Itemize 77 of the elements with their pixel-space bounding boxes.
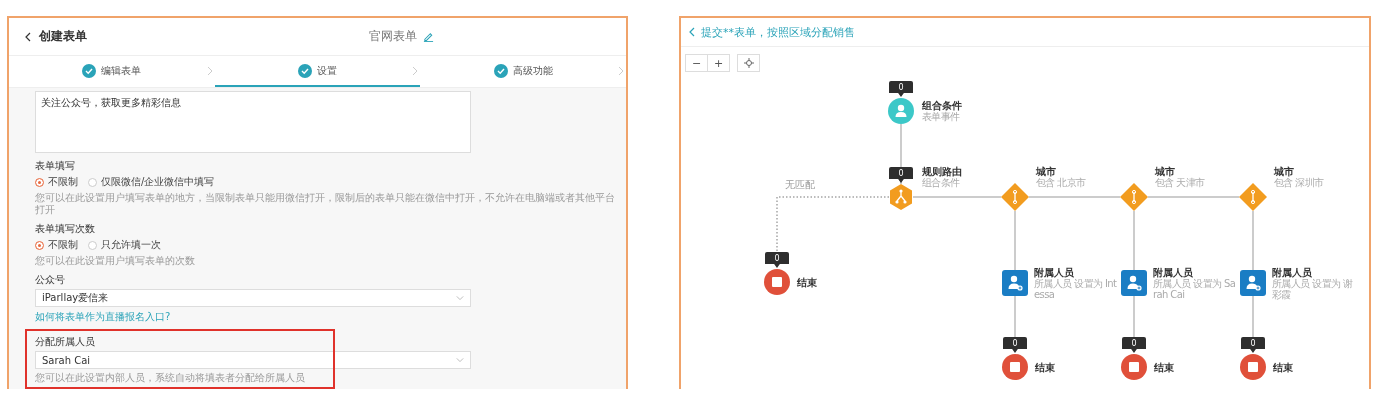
node-subtitle: 所属人员 设置为 Intessa [1034, 277, 1118, 300]
node-title: 规则路由 [922, 166, 962, 177]
back-icon[interactable] [23, 31, 33, 42]
branch-label: 无匹配 [785, 178, 815, 192]
node-subtitle: 包含 深圳市 [1274, 177, 1324, 188]
pencil-icon[interactable] [423, 31, 434, 42]
node-title: 结束 [1273, 361, 1293, 373]
node-title: 附属人员 [1272, 266, 1312, 278]
node-subtitle: 包含 北京市 [1036, 177, 1086, 188]
node-title: 组合条件 [922, 100, 962, 111]
condition-node[interactable] [1239, 183, 1267, 211]
node-subtitle: 所属人员 设置为 Sarah Cai [1153, 277, 1237, 300]
count-badge: 0 [889, 167, 913, 183]
locate-button[interactable] [737, 54, 760, 72]
radio-option[interactable]: 不限制 [35, 238, 78, 252]
dropdown-icon [456, 294, 464, 302]
connector-line [1252, 295, 1254, 340]
condition-node[interactable] [1001, 183, 1029, 211]
connector-line [1133, 295, 1135, 340]
node-title: 附属人员 [1034, 266, 1074, 278]
router-node[interactable] [887, 183, 915, 211]
select-field[interactable]: Sarah Cai [35, 351, 471, 369]
connector-line [1252, 210, 1254, 271]
radio-option[interactable]: 不限制 [35, 175, 78, 189]
assign-node[interactable] [1239, 269, 1267, 297]
node-title: 城市 [1155, 166, 1176, 177]
step-tab[interactable]: 高级功能 [420, 56, 626, 87]
count-badge: 0 [1122, 337, 1146, 353]
select-field[interactable]: iParllay爱信来 [35, 289, 471, 307]
message-box[interactable]: 关注公众号，获取更多精彩信息 [35, 91, 471, 153]
form-name: 官网表单 [369, 28, 417, 45]
count-badge: 0 [765, 252, 789, 268]
end-node[interactable] [1239, 353, 1267, 381]
step-tab[interactable]: 编辑表单 [9, 56, 215, 87]
node-title: 结束 [1154, 361, 1174, 373]
count-badge: 0 [1241, 337, 1265, 353]
assign-node[interactable] [1120, 269, 1148, 297]
step-tab[interactable]: 设置 [214, 56, 421, 87]
dropdown-icon [456, 356, 464, 364]
hint-text: 您可以在此设置内部人员，系统自动将填表者分配给所属人员 [35, 372, 306, 384]
zoom-button[interactable]: − [685, 54, 708, 72]
section-title: 分配所属人员 [35, 335, 96, 349]
zoom-button[interactable]: + [707, 54, 730, 72]
connector-line [1014, 210, 1016, 271]
condition-node[interactable] [1120, 183, 1148, 211]
radio-option[interactable]: 只允许填一次 [88, 238, 161, 252]
node-title: 结束 [1035, 361, 1055, 373]
section-title: 表单填写次数 [35, 222, 96, 236]
count-badge: 0 [1003, 337, 1027, 353]
node-title: 附属人员 [1153, 266, 1193, 278]
radio-option[interactable]: 仅限微信/企业微信中填写 [88, 175, 215, 189]
person-node[interactable] [887, 97, 915, 125]
connector-line [1133, 210, 1135, 271]
node-subtitle: 组合条件 [922, 177, 960, 188]
assign-node[interactable] [1001, 269, 1029, 297]
hint-text: 您可以在此设置用户填写表单的次数 [35, 255, 196, 267]
end-node[interactable] [1120, 353, 1148, 381]
node-title: 城市 [1274, 166, 1295, 177]
section-title: 公众号 [35, 273, 66, 287]
node-title: 城市 [1036, 166, 1057, 177]
node-subtitle: 包含 天津市 [1155, 177, 1205, 188]
page-title[interactable]: 创建表单 [23, 28, 87, 45]
end-node[interactable] [763, 268, 791, 296]
check-icon [493, 63, 508, 78]
check-icon [82, 63, 97, 78]
node-subtitle: 所属人员 设置为 谢彩霞 [1272, 277, 1354, 300]
node-subtitle: 表单事件 [922, 111, 960, 122]
connector-line [900, 123, 902, 185]
count-badge: 0 [889, 81, 913, 97]
locate-icon [743, 58, 754, 68]
connector-line [1014, 295, 1016, 340]
chevron-icon [616, 66, 626, 76]
check-icon [298, 63, 312, 78]
node-title: 结束 [797, 276, 817, 288]
hint-text: 您可以在此设置用户填写表单的地方，当限制表单只能用微信打开，限制后的表单只能在微信中打开，不允许在电脑端或者其他平台打开 [35, 192, 615, 216]
end-node[interactable] [1001, 353, 1029, 381]
section-title: 表单填写 [35, 159, 76, 173]
